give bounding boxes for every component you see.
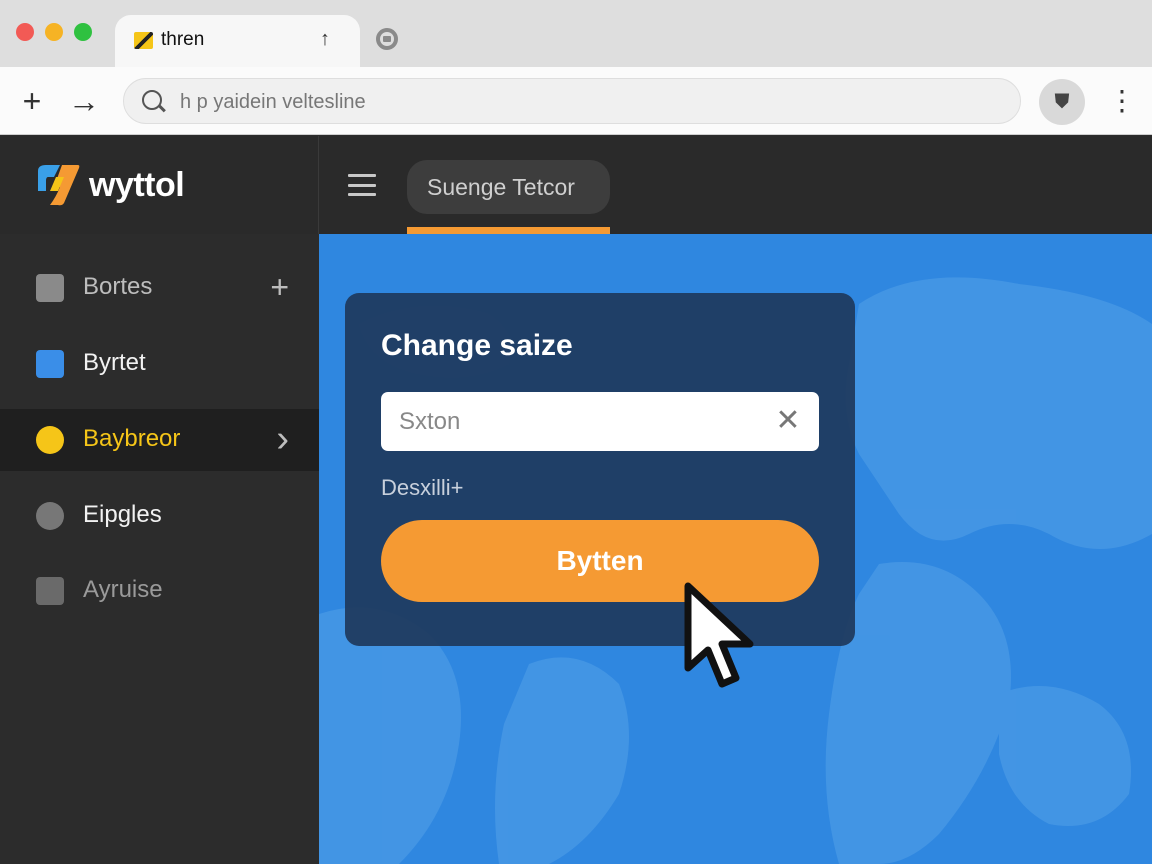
- chat-bubble-icon: [36, 502, 64, 530]
- sidebar-item-label: Bortes: [83, 273, 153, 300]
- sidebar-item-baybreor[interactable]: Baybreor ›: [0, 409, 319, 471]
- note-icon: [36, 274, 64, 302]
- sidebar-item-label: Byrtet: [83, 349, 146, 376]
- pie-chart-icon: [36, 426, 64, 454]
- size-input[interactable]: [381, 392, 819, 451]
- browser-menu-button[interactable]: ⋮: [1108, 83, 1136, 119]
- header-tab-active[interactable]: Suenge Tetcor: [407, 160, 610, 214]
- sidebar-item-eipgles[interactable]: Eipgles: [0, 485, 319, 547]
- browser-tab[interactable]: thren ↑: [115, 15, 360, 67]
- add-icon[interactable]: +: [270, 269, 289, 305]
- sidebar-item-label: Eipgles: [83, 501, 162, 528]
- window-close-button[interactable]: [16, 23, 34, 41]
- extension-button[interactable]: ⛊: [1039, 79, 1085, 125]
- address-text: h p yaidein veltesline: [180, 91, 366, 113]
- browser-toolbar: + → h p yaidein veltesline ⛊ ⋮: [0, 67, 1152, 135]
- forward-button[interactable]: →: [66, 81, 102, 121]
- search-icon: [142, 90, 162, 110]
- brand-name: wyttol: [89, 166, 185, 204]
- sidebar-item-ayruise[interactable]: Ayruise: [0, 560, 319, 622]
- brand-area: wyttol: [0, 136, 319, 234]
- dialog-title: Change saize: [381, 329, 573, 362]
- header-tab-label: Suenge Tetcor: [427, 174, 575, 200]
- extension-icon: ⛊: [1054, 91, 1070, 113]
- brand-logo-icon: [38, 165, 80, 206]
- favicon-icon: [134, 32, 153, 49]
- address-bar[interactable]: h p yaidein veltesline: [123, 78, 1021, 124]
- app-header: wyttol Suenge Tetcor: [0, 136, 1152, 234]
- sidebar-item-label: Baybreor: [83, 425, 181, 452]
- sidebar-item-byrtet[interactable]: Byrtet: [0, 333, 319, 395]
- change-size-dialog: Change saize ✕ Desxilli+ Bytten: [345, 293, 855, 646]
- new-tab-icon[interactable]: [376, 28, 398, 50]
- active-tab-indicator: [407, 227, 610, 234]
- tab-title: thren: [161, 29, 205, 50]
- chevron-right-icon[interactable]: ›: [276, 420, 289, 458]
- browser-tab-bar: thren ↑: [0, 0, 1152, 67]
- sidebar: Bortes + Byrtet Baybreor › Eipgles Ayrui…: [0, 234, 319, 864]
- sidebar-item-bortes[interactable]: Bortes +: [0, 257, 319, 319]
- window-minimize-button[interactable]: [45, 23, 63, 41]
- hamburger-menu-icon[interactable]: [348, 174, 376, 196]
- clear-input-icon[interactable]: ✕: [773, 406, 803, 436]
- window-maximize-button[interactable]: [74, 23, 92, 41]
- frame-icon: [36, 577, 64, 605]
- dialog-description: Desxilli+: [381, 475, 464, 500]
- pin-icon[interactable]: ↑: [320, 25, 330, 53]
- back-button[interactable]: +: [14, 81, 50, 121]
- text-box-icon: [36, 350, 64, 378]
- mouse-cursor-icon: [684, 582, 754, 688]
- sidebar-item-label: Ayruise: [83, 576, 163, 603]
